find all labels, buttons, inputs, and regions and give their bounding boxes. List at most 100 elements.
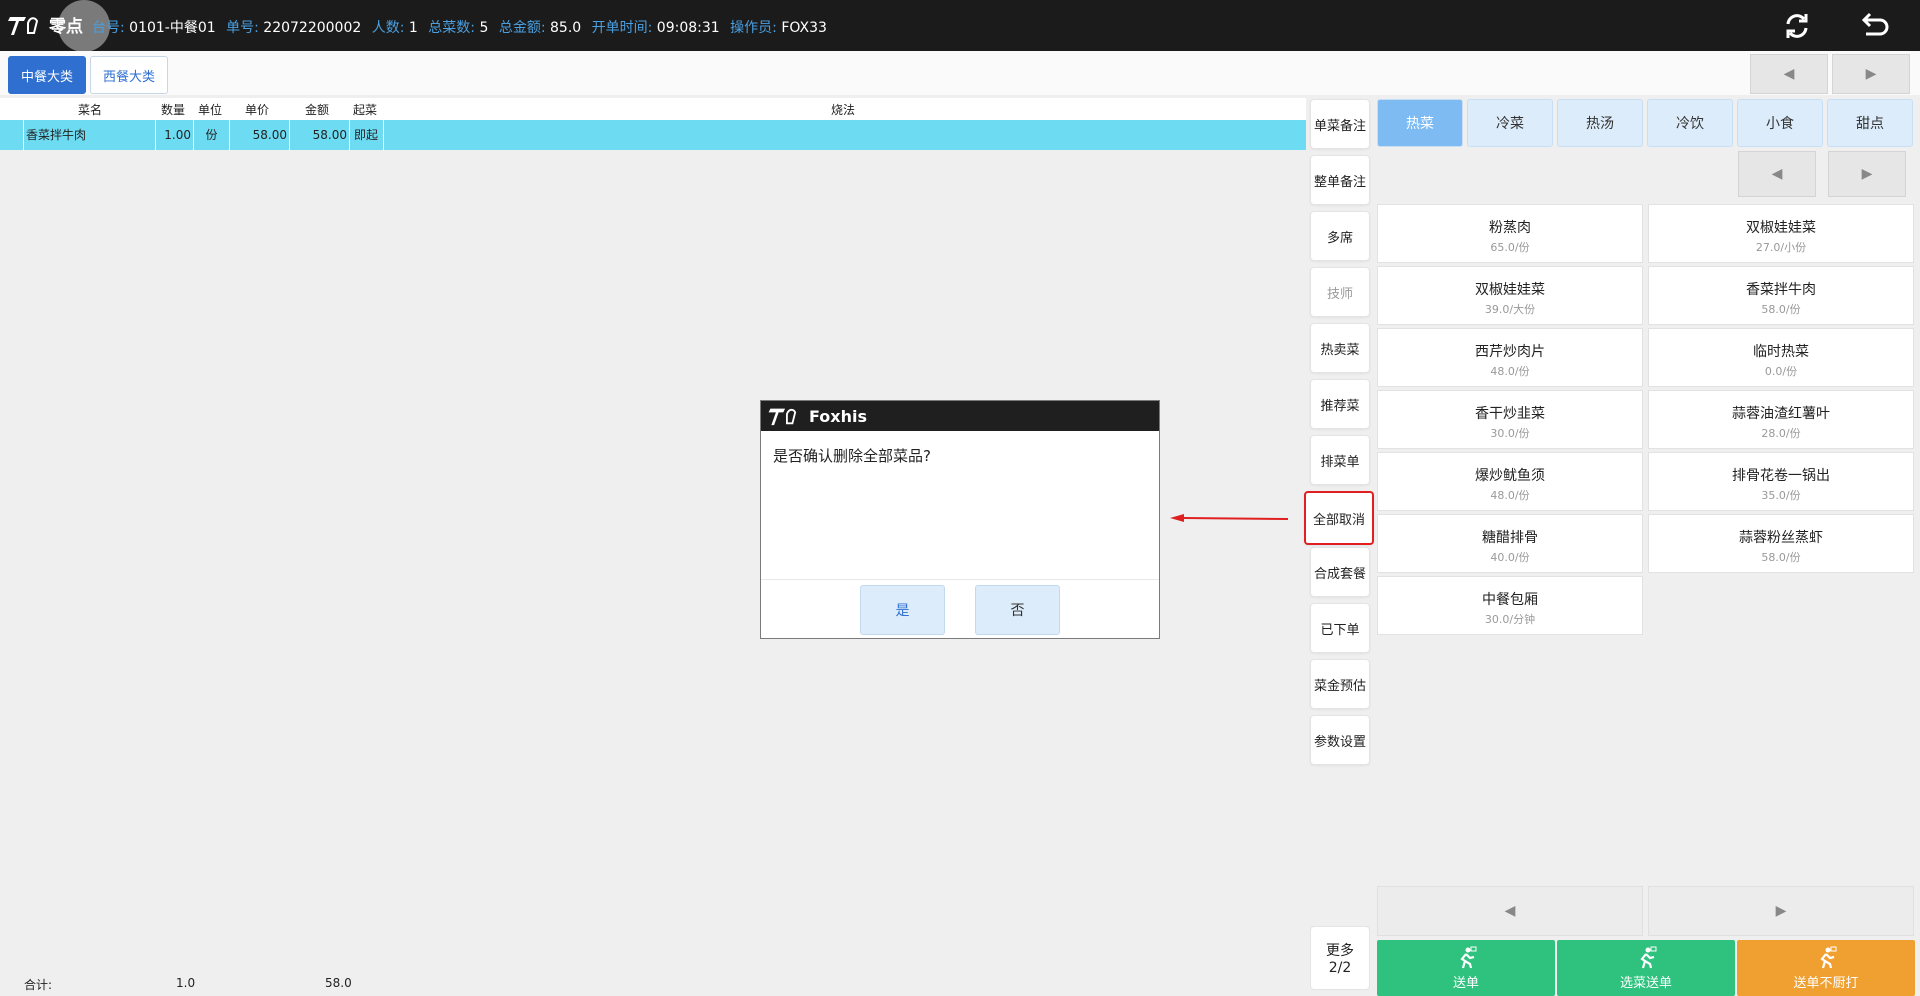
confirm-dialog: Foxhis 是否确认删除全部菜品? 是 否 — [760, 400, 1160, 639]
back-icon[interactable] — [1858, 10, 1892, 42]
dish-item[interactable]: 香菜拌牛肉 58.0/份 — [1648, 266, 1914, 325]
dish-item[interactable]: 蒜蓉油渣红薯叶 28.0/份 — [1648, 390, 1914, 449]
yes-button[interactable]: 是 — [860, 585, 945, 635]
dish-price: 35.0/份 — [1761, 489, 1801, 502]
dish-price: 58.0/份 — [1761, 551, 1801, 564]
grid-prev-button[interactable]: ◀ — [1377, 886, 1643, 936]
info-key: 总菜数: — [428, 20, 475, 36]
total-amount: 58.0 — [325, 976, 352, 990]
ordered-button[interactable]: 已下单 — [1310, 603, 1370, 653]
prev-arrow-icon: ◀ — [1504, 903, 1516, 919]
more-button[interactable]: 更多 2/2 — [1310, 926, 1370, 990]
category-western[interactable]: 西餐大类 — [90, 56, 168, 94]
price-estimate-button[interactable]: 菜金预估 — [1310, 659, 1370, 709]
dish-name: 排骨花卷一锅出 — [1732, 468, 1830, 484]
dish-item[interactable]: 香干炒韭菜 30.0/份 — [1377, 390, 1643, 449]
dish-item[interactable]: 双椒娃娃菜 27.0/小份 — [1648, 204, 1914, 263]
info-value: 85.0 — [550, 20, 582, 36]
dish-next-button[interactable]: ▶ — [1828, 151, 1906, 197]
info-value: 0101-中餐01 — [129, 20, 216, 36]
info-value: 1 — [408, 20, 418, 36]
grid-next-button[interactable]: ▶ — [1648, 886, 1914, 936]
action-label: 送单 — [1452, 975, 1479, 991]
cell-price: 58.00 — [230, 120, 290, 150]
dish-prev-button[interactable]: ◀ — [1738, 151, 1816, 197]
order-note-button[interactable]: 整单备注 — [1310, 155, 1370, 205]
action-label: 送单不厨打 — [1793, 975, 1859, 991]
dish-name: 蒜蓉粉丝蒸虾 — [1739, 530, 1823, 546]
cancel-all-button[interactable]: 全部取消 — [1304, 491, 1374, 545]
dish-item[interactable]: 双椒娃娃菜 39.0/大份 — [1377, 266, 1643, 325]
combo-button[interactable]: 合成套餐 — [1310, 547, 1370, 597]
dish-name: 双椒娃娃菜 — [1475, 282, 1545, 298]
dish-name: 香干炒韭菜 — [1475, 406, 1545, 422]
dish-price: 48.0/份 — [1490, 365, 1530, 378]
tab-cold-drinks[interactable]: 冷饮 — [1647, 99, 1733, 147]
multi-table-button[interactable]: 多席 — [1310, 211, 1370, 261]
category-next-button[interactable]: ▶ — [1832, 54, 1910, 94]
category-prev-button[interactable]: ◀ — [1750, 54, 1828, 94]
dish-price: 39.0/大份 — [1484, 303, 1536, 316]
dish-item[interactable]: 西芹炒肉片 48.0/份 — [1377, 328, 1643, 387]
annotation-arrow-icon — [1170, 514, 1289, 522]
dish-name: 蒜蓉油渣红薯叶 — [1732, 406, 1830, 422]
col-price: 单价 — [244, 103, 269, 117]
dish-price: 30.0/分钟 — [1484, 613, 1536, 626]
dish-price: 28.0/份 — [1761, 427, 1801, 440]
table-row[interactable]: 香菜拌牛肉 1.00 份 58.00 58.00 即起 — [0, 120, 1306, 150]
category-chinese[interactable]: 中餐大类 — [8, 56, 86, 94]
cell-start: 即起 — [350, 120, 384, 150]
dish-item[interactable]: 粉蒸肉 65.0/份 — [1377, 204, 1643, 263]
top-bar: 零点 台号: 0101-中餐01 单号: 22072200002 人数: 1 总… — [0, 0, 1920, 52]
more-label: 更多 — [1326, 943, 1354, 959]
info-key: 台号: — [92, 20, 125, 36]
tab-hot-dishes[interactable]: 热菜 — [1377, 99, 1463, 147]
select-send-button[interactable]: 选菜送单 — [1557, 940, 1735, 996]
dish-sequence-button[interactable]: 排菜单 — [1310, 435, 1370, 485]
dish-price: 65.0/份 — [1490, 241, 1530, 254]
recommended-button[interactable]: 推荐菜 — [1310, 379, 1370, 429]
dish-price: 0.0/份 — [1764, 365, 1798, 378]
no-button[interactable]: 否 — [975, 585, 1060, 635]
foxhis-logo-icon — [8, 16, 39, 35]
refresh-icon[interactable] — [1780, 10, 1814, 42]
action-label: 选菜送单 — [1619, 975, 1672, 991]
dish-name: 粉蒸肉 — [1489, 220, 1531, 236]
dish-name: 香菜拌牛肉 — [1746, 282, 1816, 298]
tab-snacks[interactable]: 小食 — [1737, 99, 1823, 147]
info-key: 人数: — [371, 20, 405, 36]
dish-name: 爆炒鱿鱼须 — [1475, 468, 1545, 484]
dish-item[interactable]: 临时热菜 0.0/份 — [1648, 328, 1914, 387]
col-method: 烧法 — [830, 103, 855, 117]
dish-item[interactable]: 蒜蓉粉丝蒸虾 58.0/份 — [1648, 514, 1914, 573]
hot-sale-button[interactable]: 热卖菜 — [1310, 323, 1370, 373]
total-qty: 1.0 — [176, 976, 196, 990]
dish-item[interactable]: 排骨花卷一锅出 35.0/份 — [1648, 452, 1914, 511]
dish-item[interactable]: 中餐包厢 30.0/分钟 — [1377, 576, 1643, 635]
single-dish-note-button[interactable]: 单菜备注 — [1310, 99, 1370, 149]
dialog-divider — [761, 579, 1159, 580]
technician-button[interactable]: 技师 — [1310, 267, 1370, 317]
more-page: 2/2 — [1328, 960, 1352, 976]
runner-icon — [1460, 946, 1477, 968]
send-order-button[interactable]: 送单 — [1377, 940, 1555, 996]
col-amount: 金额 — [304, 103, 329, 117]
info-value: 09:08:31 — [656, 20, 720, 36]
tab-cold-dishes[interactable]: 冷菜 — [1467, 99, 1553, 147]
col-name: 菜名 — [77, 103, 102, 117]
col-unit: 单位 — [197, 103, 222, 117]
tab-desserts[interactable]: 甜点 — [1827, 99, 1913, 147]
runner-icon — [1820, 946, 1837, 968]
dish-price: 40.0/份 — [1490, 551, 1530, 564]
dish-item[interactable]: 爆炒鱿鱼须 48.0/份 — [1377, 452, 1643, 511]
category-bar: 中餐大类 西餐大类 ◀ ▶ — [0, 51, 1920, 95]
dish-item[interactable]: 糖醋排骨 40.0/份 — [1377, 514, 1643, 573]
send-no-kitchen-print-button[interactable]: 送单不厨打 — [1737, 940, 1915, 996]
col-start: 起菜 — [352, 103, 377, 117]
app-logo: 零点 — [8, 12, 83, 37]
info-value: 22072200002 — [263, 20, 362, 36]
dish-price: 58.0/份 — [1761, 303, 1801, 316]
info-key: 总金额: — [498, 20, 546, 36]
tab-hot-soup[interactable]: 热汤 — [1557, 99, 1643, 147]
settings-button[interactable]: 参数设置 — [1310, 715, 1370, 765]
